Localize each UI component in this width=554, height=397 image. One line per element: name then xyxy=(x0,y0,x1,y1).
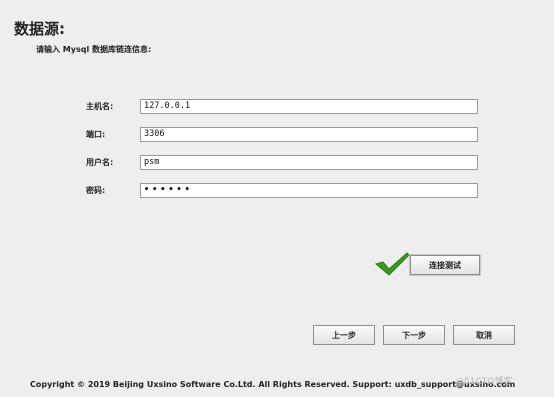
watermark: @51CTO博客 xyxy=(455,377,513,387)
password-label: 密码: xyxy=(86,186,106,195)
host-label: 主机名: xyxy=(86,102,114,111)
password-input[interactable]: •••••• xyxy=(140,183,478,198)
cancel-button[interactable]: 取消 xyxy=(453,325,515,345)
next-button[interactable]: 下一步 xyxy=(383,325,445,345)
host-input[interactable]: 127.0.0.1 xyxy=(140,99,478,114)
port-input[interactable]: 3306 xyxy=(140,127,478,142)
page-subtitle: 请输入 Mysql 数据库链连信息: xyxy=(36,45,152,54)
page-title: 数据源: xyxy=(14,20,65,38)
connection-test-button[interactable]: 连接测试 xyxy=(410,255,480,275)
username-input[interactable]: psm xyxy=(140,155,478,170)
username-label: 用户名: xyxy=(86,158,114,167)
port-label: 端口: xyxy=(86,130,106,139)
prev-button[interactable]: 上一步 xyxy=(313,325,375,345)
check-icon xyxy=(374,252,410,276)
